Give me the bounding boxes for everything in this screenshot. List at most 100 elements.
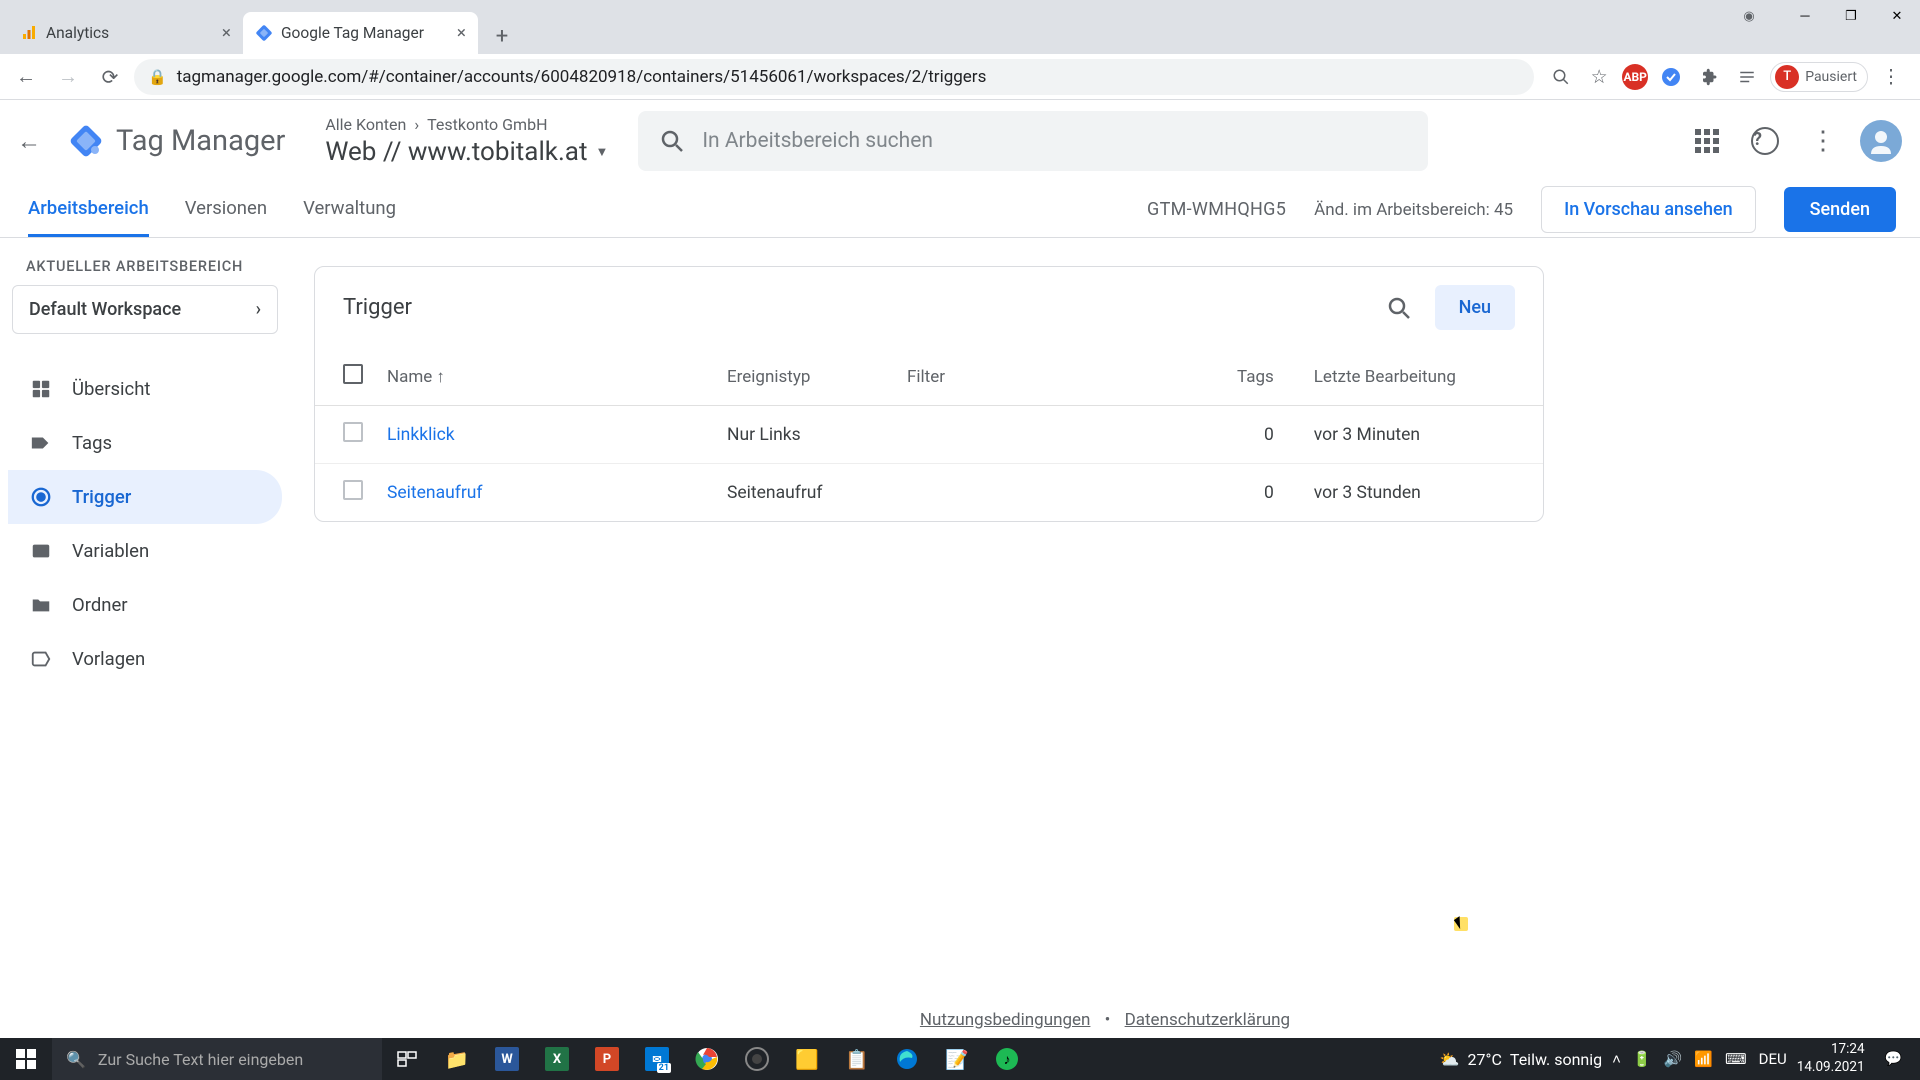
word-icon[interactable]: W [482,1038,532,1080]
address-bar[interactable]: 🔒 tagmanager.google.com/#/container/acco… [134,59,1534,95]
gtm-back-button[interactable]: ← [8,120,50,162]
back-button[interactable]: ← [8,59,44,95]
tag-icon [28,430,54,456]
wifi-icon[interactable]: 📶 [1694,1050,1713,1068]
app-icon-1[interactable]: 🟨 [782,1038,832,1080]
tab-workspace[interactable]: Arbeitsbereich [28,182,149,237]
row-checkbox[interactable] [343,422,363,442]
help-icon[interactable]: ? [1744,120,1786,162]
submit-button[interactable]: Senden [1784,187,1896,232]
taskbar-search[interactable]: 🔍 Zur Suche Text hier eingeben [52,1038,382,1080]
trigger-icon [28,484,54,510]
cell-filter [895,464,1225,522]
browser-tab-gtm[interactable]: Google Tag Manager × [243,12,478,54]
sidebar-item-tags[interactable]: Tags [8,416,282,470]
folder-icon [28,592,54,618]
sort-ascending-icon: ↑ [436,367,445,387]
sidebar-item-folders[interactable]: Ordner [8,578,282,632]
trigger-name-link[interactable]: Linkklick [387,425,455,445]
container-selector[interactable]: Web // www.tobitalk.at ▼ [325,137,608,167]
minimize-button[interactable]: ─ [1782,0,1828,32]
profile-chip[interactable]: T Pausiert [1770,62,1868,92]
forward-button[interactable]: → [50,59,86,95]
column-header-filter[interactable]: Filter [895,348,1225,406]
bookmark-icon[interactable]: ☆ [1584,62,1614,92]
spotify-icon[interactable]: ♪ [982,1038,1032,1080]
close-window-button[interactable]: ✕ [1874,0,1920,32]
reload-button[interactable]: ⟳ [92,59,128,95]
cursor-indicator [1454,917,1470,933]
zoom-icon[interactable] [1546,62,1576,92]
select-all-checkbox[interactable] [315,348,375,406]
search-placeholder: In Arbeitsbereich suchen [702,129,933,153]
workspace-changes[interactable]: Änd. im Arbeitsbereich: 45 [1314,200,1513,220]
trigger-name-link[interactable]: Seitenaufruf [387,483,483,503]
cell-event-type: Seitenaufruf [715,464,895,522]
chrome-menu-button[interactable]: ⋮ [1876,62,1906,92]
notepad-icon[interactable]: 📝 [932,1038,982,1080]
table-row[interactable]: Linkklick Nur Links 0 vor 3 Minuten [315,406,1543,464]
explorer-icon[interactable]: 📁 [432,1038,482,1080]
reading-list-icon[interactable] [1732,62,1762,92]
column-header-tags[interactable]: Tags [1225,348,1286,406]
cell-last-edited: vor 3 Stunden [1286,464,1543,522]
apps-grid-icon[interactable] [1686,120,1728,162]
cell-filter [895,406,1225,464]
new-trigger-button[interactable]: Neu [1435,285,1515,330]
close-icon[interactable]: × [457,23,466,43]
edge-icon[interactable] [882,1038,932,1080]
column-header-name[interactable]: Name↑ [375,348,715,406]
language-indicator[interactable]: DEU [1759,1050,1787,1068]
battery-icon[interactable]: 🔋 [1633,1050,1652,1068]
extensions-icon[interactable] [1694,62,1724,92]
notifications-icon[interactable]: 💬 [1875,1051,1912,1067]
start-button[interactable] [0,1038,52,1080]
overview-icon [28,376,54,402]
row-checkbox[interactable] [343,480,363,500]
search-input[interactable]: In Arbeitsbereich suchen [638,111,1428,171]
extension-abp-icon[interactable]: ABP [1622,64,1648,90]
maximize-button[interactable]: ❐ [1828,0,1874,32]
footer: Nutzungsbedingungen • Datenschutzerkläru… [290,1010,1920,1030]
tray-expand-icon[interactable]: ˄ [1612,1050,1621,1068]
sidebar-item-templates[interactable]: Vorlagen [8,632,282,686]
powerpoint-icon[interactable]: P [582,1038,632,1080]
task-view-icon[interactable] [382,1038,432,1080]
browser-tab-analytics[interactable]: Analytics × [8,12,243,54]
table-row[interactable]: Seitenaufruf Seitenaufruf 0 vor 3 Stunde… [315,464,1543,522]
sidebar-item-triggers[interactable]: Trigger [8,470,282,524]
sidebar-item-overview[interactable]: Übersicht [8,362,282,416]
table-search-button[interactable] [1379,288,1419,328]
column-header-event-type[interactable]: Ereignistyp [715,348,895,406]
container-id[interactable]: GTM-WMHQHG5 [1147,199,1286,220]
excel-icon[interactable]: X [532,1038,582,1080]
tab-admin[interactable]: Verwaltung [303,182,396,237]
preview-button[interactable]: In Vorschau ansehen [1541,186,1756,233]
weather-widget[interactable]: ⛅ 27°C Teilw. sonnig [1440,1050,1603,1069]
extension-gtm-icon[interactable] [1656,62,1686,92]
obs-icon[interactable] [732,1038,782,1080]
more-menu-button[interactable]: ⋮ [1802,120,1844,162]
keyboard-icon[interactable]: ⌨ [1725,1050,1747,1068]
cell-event-type: Nur Links [715,406,895,464]
terms-link[interactable]: Nutzungsbedingungen [920,1010,1091,1030]
new-tab-button[interactable]: + [484,18,520,54]
chrome-icon[interactable] [682,1038,732,1080]
column-header-last-edited[interactable]: Letzte Bearbeitung [1286,348,1543,406]
sidebar-item-variables[interactable]: Variablen [8,524,282,578]
breadcrumb[interactable]: Alle Konten › Testkonto GmbH [325,115,608,134]
user-avatar[interactable] [1860,120,1902,162]
close-icon[interactable]: × [222,23,231,43]
template-icon [28,646,54,672]
privacy-link[interactable]: Datenschutzerklärung [1125,1010,1290,1030]
tab-title: Google Tag Manager [281,24,449,42]
app-icon-2[interactable]: 📋 [832,1038,882,1080]
profile-avatar: T [1775,65,1799,89]
gcast-icon[interactable]: ◉ [1726,0,1772,32]
workspace-selector[interactable]: Default Workspace › [12,285,278,334]
cell-tags: 0 [1225,464,1286,522]
clock[interactable]: 17:24 14.09.2021 [1797,1041,1865,1076]
volume-icon[interactable]: 🔊 [1664,1050,1683,1068]
tab-versions[interactable]: Versionen [185,182,267,237]
outlook-icon[interactable]: ✉21 [632,1038,682,1080]
